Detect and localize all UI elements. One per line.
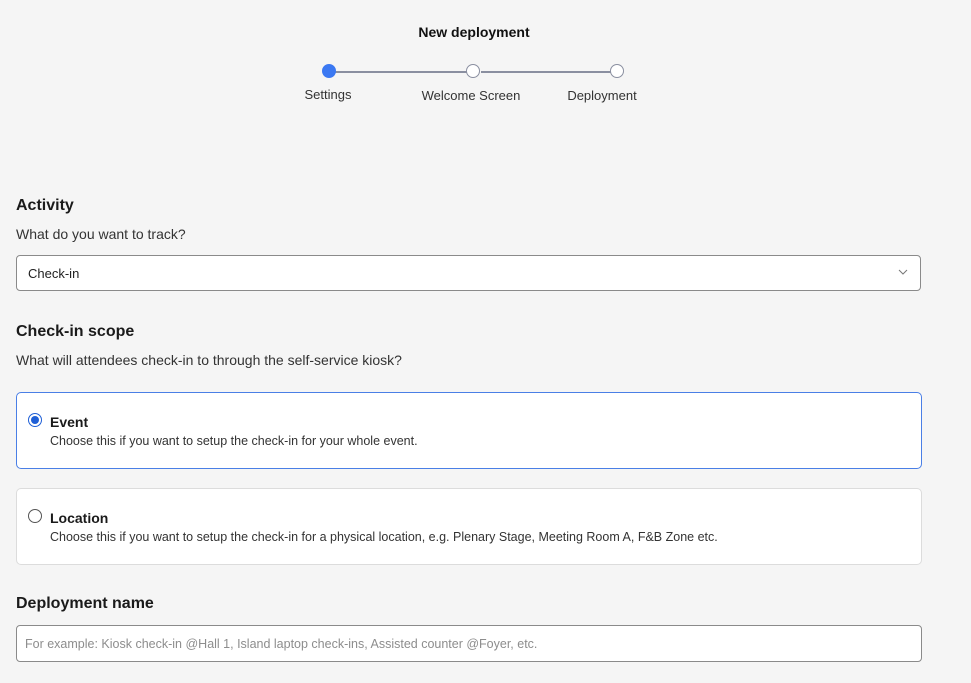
option-description: Choose this if you want to setup the che… <box>50 530 718 544</box>
activity-subtitle: What do you want to track? <box>16 226 186 242</box>
chevron-down-icon <box>898 269 908 275</box>
check-in-scope-heading: Check-in scope <box>16 323 135 340</box>
deployment-name-heading: Deployment name <box>16 595 154 612</box>
step-deployment-dot[interactable] <box>610 64 624 78</box>
step-welcome-screen-label: Welcome Screen <box>421 88 521 103</box>
location-radio[interactable] <box>28 509 42 523</box>
check-in-scope-subtitle: What will attendees check-in to through … <box>16 352 402 368</box>
deployment-name-input[interactable] <box>16 625 922 662</box>
step-settings-label: Settings <box>304 87 352 102</box>
activity-select[interactable]: Check-in <box>16 255 921 291</box>
scope-option-location[interactable]: Location Choose this if you want to setu… <box>16 488 922 565</box>
step-connector <box>481 71 619 73</box>
step-settings-dot[interactable] <box>322 64 336 78</box>
step-deployment-label: Deployment <box>567 88 637 103</box>
activity-selected-value: Check-in <box>28 266 80 281</box>
option-title: Event <box>50 414 89 430</box>
progress-stepper: Settings Welcome Screen Deployment <box>300 64 650 114</box>
event-radio[interactable] <box>28 413 42 427</box>
option-description: Choose this if you want to setup the che… <box>50 434 418 448</box>
option-title: Location <box>50 510 109 526</box>
activity-heading: Activity <box>16 197 74 214</box>
step-welcome-screen-dot[interactable] <box>466 64 480 78</box>
scope-option-event[interactable]: Event Choose this if you want to setup t… <box>16 392 922 469</box>
page-title: New deployment <box>418 24 530 40</box>
step-connector <box>335 71 473 73</box>
